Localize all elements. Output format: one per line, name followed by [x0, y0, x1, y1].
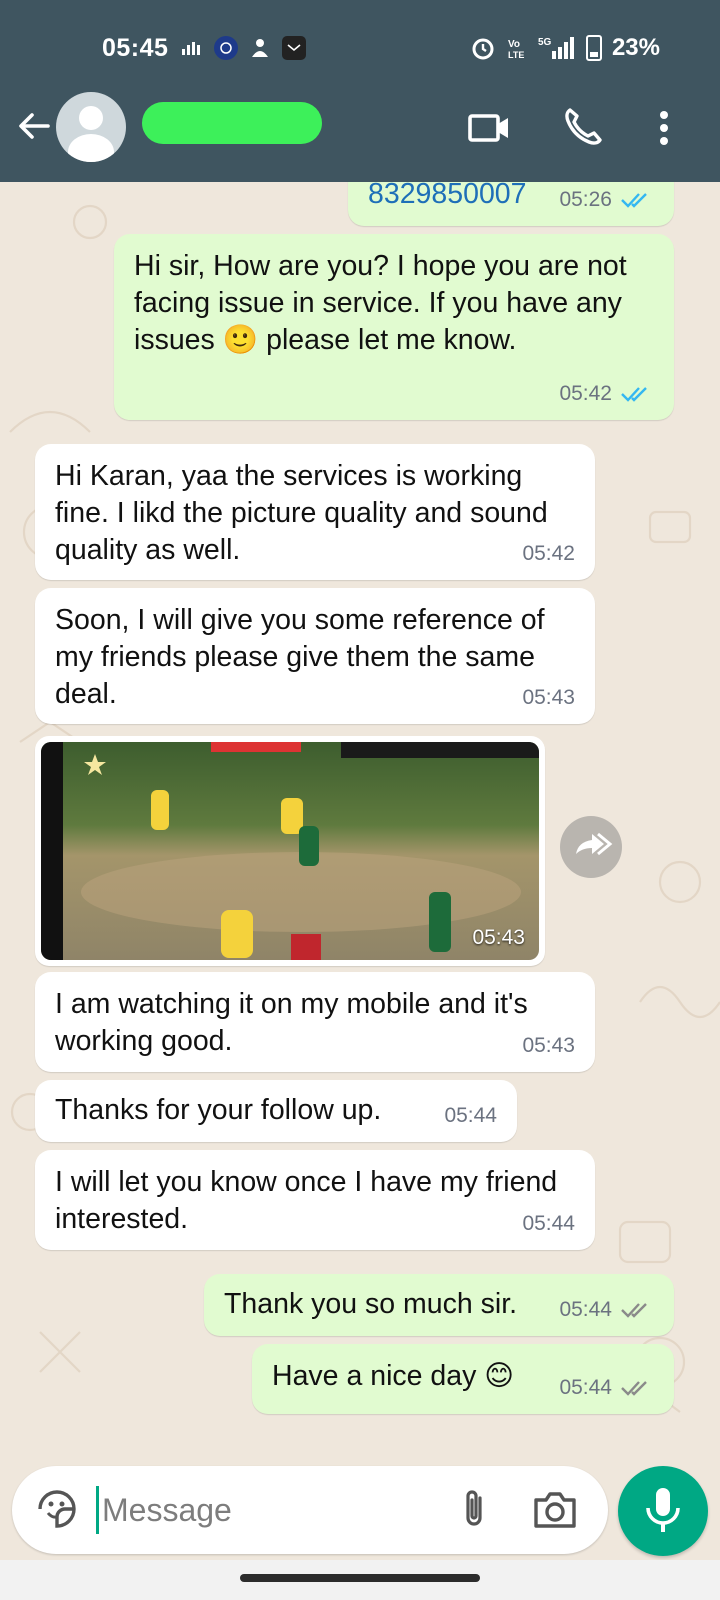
message-meta: 05:42: [559, 375, 654, 412]
battery-percent: 23%: [611, 34, 660, 61]
mail-notification-icon: [282, 36, 306, 60]
svg-text:Vo: Vo: [508, 39, 520, 50]
message-meta: 05:44: [522, 1205, 575, 1242]
message-text: Thanks for your follow up.: [55, 1094, 382, 1126]
message-input[interactable]: [102, 1482, 432, 1538]
contact-avatar[interactable]: [56, 92, 126, 162]
contact-name-redacted[interactable]: [142, 102, 322, 144]
message-text: Have a nice day 😊: [272, 1360, 514, 1392]
more-vert-icon[interactable]: [640, 104, 688, 152]
message-incoming[interactable]: Hi Karan, yaa the services is working fi…: [35, 444, 595, 580]
video-call-icon[interactable]: [464, 104, 512, 152]
message-incoming[interactable]: I will let you know once I have my frien…: [35, 1150, 595, 1250]
back-arrow-icon[interactable]: [14, 106, 54, 146]
message-outgoing[interactable]: Have a nice day 😊 05:44: [252, 1344, 674, 1414]
signal-icon: 5G: [538, 37, 574, 59]
message-meta: 05:44: [444, 1097, 497, 1134]
message-text: I will let you know once I have my frien…: [55, 1166, 558, 1235]
svg-text:5G: 5G: [538, 37, 552, 48]
read-ticks-icon: [621, 192, 647, 208]
message-outgoing[interactable]: 8329850007 05:26: [348, 182, 674, 226]
home-gesture-bar[interactable]: [240, 1574, 480, 1582]
delivered-ticks-icon: [621, 1380, 647, 1396]
cricket-scene-image: [41, 742, 539, 960]
mic-icon: [646, 1488, 680, 1532]
text-cursor: [96, 1486, 99, 1534]
system-status: Vo LTE 5G 23%: [470, 34, 660, 62]
message-time: 05:44: [559, 1298, 612, 1321]
system-nav-bar: [0, 1560, 720, 1600]
message-incoming[interactable]: I am watching it on my mobile and it's w…: [35, 972, 595, 1072]
delivered-ticks-icon: [621, 1302, 647, 1318]
message-text: Hi sir, How are you? I hope you are not …: [134, 250, 627, 356]
chat-messages[interactable]: 8329850007 05:26 Hi sir, How are you? I …: [0, 182, 720, 1442]
message-incoming[interactable]: Thanks for your follow up. 05:44: [35, 1080, 517, 1142]
camera-icon[interactable]: [530, 1486, 580, 1534]
person-notification-icon: [248, 36, 272, 60]
message-text: I am watching it on my mobile and it's w…: [55, 988, 528, 1057]
message-time: 05:44: [444, 1104, 497, 1127]
message-meta: 05:44: [559, 1369, 654, 1406]
message-outgoing[interactable]: Hi sir, How are you? I hope you are not …: [114, 234, 674, 420]
message-text-link[interactable]: 8329850007: [368, 182, 527, 210]
forward-icon: [576, 832, 613, 856]
message-time: 05:43: [522, 686, 575, 709]
message-meta: 05:43: [522, 1027, 575, 1064]
volte-icon: VoLTE: [508, 39, 524, 60]
attach-icon[interactable]: [450, 1486, 498, 1534]
message-incoming[interactable]: Soon, I will give you some reference of …: [35, 588, 595, 724]
message-meta: 05:26: [559, 182, 654, 218]
message-time: 05:43: [472, 926, 525, 949]
status-bar: 05:45 Vo LTE 5G 23%: [0, 0, 720, 92]
message-meta: 05:42: [522, 535, 575, 572]
message-meta: 05:43: [522, 679, 575, 716]
message-video[interactable]: 05:43: [35, 736, 545, 966]
sticker-icon[interactable]: [32, 1484, 82, 1534]
message-composer: [12, 1466, 608, 1554]
svg-text:LTE: LTE: [508, 50, 524, 60]
mic-button[interactable]: [618, 1466, 708, 1556]
battery-icon: [585, 35, 602, 61]
phone-icon[interactable]: [558, 104, 606, 152]
status-time: 05:45: [102, 34, 169, 62]
message-text: Soon, I will give you some reference of …: [55, 604, 545, 710]
chat-header: [0, 92, 720, 182]
app-notification-icon: [214, 36, 238, 60]
forward-button[interactable]: [560, 816, 622, 878]
message-meta: 05:44: [559, 1291, 654, 1328]
message-outgoing[interactable]: Thank you so much sir. 05:44: [204, 1274, 674, 1336]
data-activity-icon: [180, 36, 204, 60]
message-time: 05:42: [522, 542, 575, 565]
alarm-icon: [472, 38, 494, 60]
notification-icons: [180, 36, 306, 60]
message-time: 05:44: [522, 1212, 575, 1235]
message-text: Hi Karan, yaa the services is working fi…: [55, 460, 548, 566]
message-time: 05:26: [559, 188, 612, 211]
message-time: 05:43: [522, 1034, 575, 1057]
message-time: 05:42: [559, 382, 612, 405]
video-thumbnail[interactable]: 05:43: [41, 742, 539, 960]
message-text: Thank you so much sir.: [224, 1288, 518, 1320]
read-ticks-icon: [621, 386, 647, 402]
message-time: 05:44: [559, 1376, 612, 1399]
